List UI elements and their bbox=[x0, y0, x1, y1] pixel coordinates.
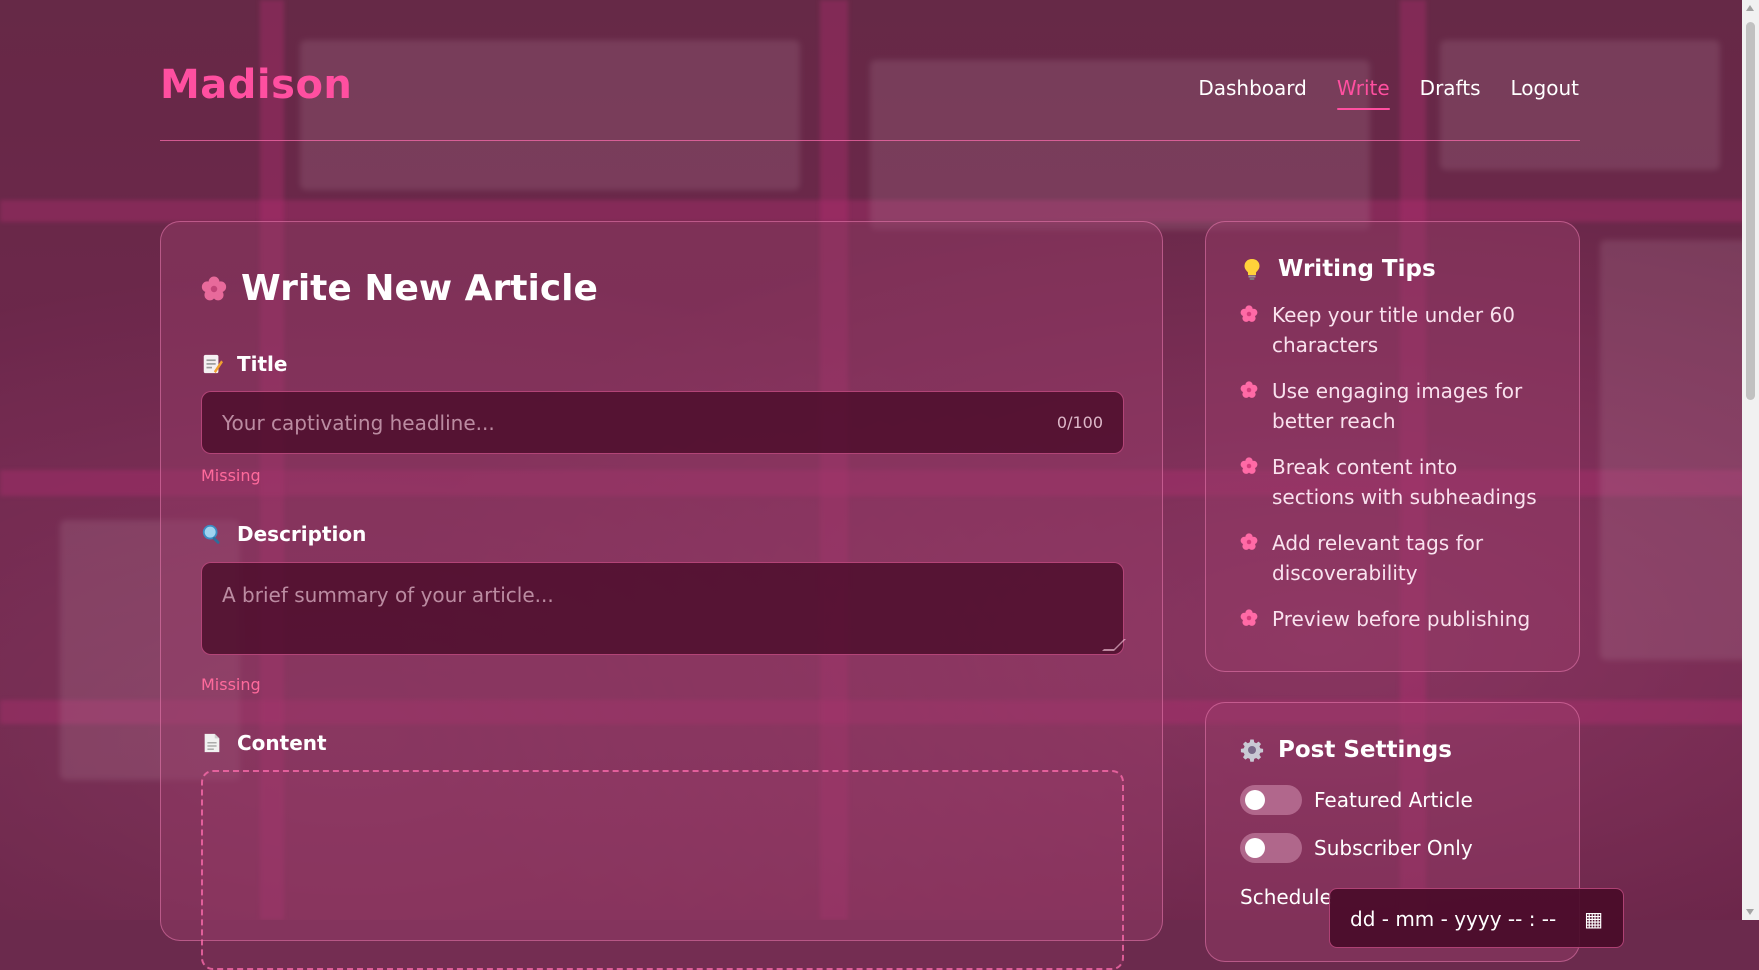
featured-label: Featured Article bbox=[1314, 788, 1473, 812]
title-label-text: Title bbox=[237, 352, 288, 376]
title-char-counter: 0/100 bbox=[1056, 413, 1103, 432]
settings-heading: Post Settings bbox=[1240, 737, 1545, 763]
editor-heading-text: Write New Article bbox=[241, 268, 598, 309]
description-textarea[interactable]: A brief summary of your article... bbox=[201, 562, 1126, 655]
editor-heading: Write New Article bbox=[201, 268, 598, 309]
list-item: Keep your title under 60 characters bbox=[1240, 300, 1545, 360]
tip-text: Add relevant tags for discoverability bbox=[1272, 531, 1484, 585]
settings-heading-text: Post Settings bbox=[1278, 737, 1452, 763]
content-label: Content bbox=[201, 731, 327, 755]
description-label-text: Description bbox=[237, 522, 367, 546]
featured-toggle-row: Featured Article bbox=[1240, 785, 1545, 815]
tip-text: Keep your title under 60 characters bbox=[1272, 303, 1515, 357]
tip-text: Break content into sections with subhead… bbox=[1272, 455, 1537, 509]
scroll-up-icon[interactable] bbox=[1746, 5, 1754, 11]
header-divider bbox=[160, 140, 1580, 141]
nav-logout[interactable]: Logout bbox=[1511, 76, 1579, 110]
flower-icon bbox=[1240, 533, 1258, 550]
writing-tips-card: Writing Tips Keep your title under 60 ch… bbox=[1205, 221, 1580, 672]
tips-list: Keep your title under 60 characters Use … bbox=[1240, 300, 1545, 634]
tip-text: Preview before publishing bbox=[1272, 607, 1531, 631]
calendar-icon[interactable]: ▦ bbox=[1584, 907, 1603, 931]
description-placeholder: A brief summary of your article... bbox=[222, 583, 554, 607]
editor-card: Write New Article Title Your captivating… bbox=[160, 221, 1163, 970]
list-item: Use engaging images for better reach bbox=[1240, 376, 1545, 436]
nav-dashboard[interactable]: Dashboard bbox=[1198, 76, 1307, 110]
list-item: Break content into sections with subhead… bbox=[1240, 452, 1545, 512]
title-placeholder: Your captivating headline... bbox=[222, 410, 495, 435]
list-item: Add relevant tags for discoverability bbox=[1240, 528, 1545, 588]
description-validation: Missing bbox=[201, 675, 261, 694]
content-editor[interactable] bbox=[201, 770, 1124, 970]
list-item: Preview before publishing bbox=[1240, 604, 1545, 634]
schedule-date-input[interactable]: dd - mm - yyyy -- : -- ▦ bbox=[1329, 888, 1624, 948]
scrollbar-thumb[interactable] bbox=[1746, 22, 1755, 400]
lightbulb-icon bbox=[1244, 259, 1260, 280]
description-label: Description bbox=[201, 522, 366, 546]
scroll-down-icon[interactable] bbox=[1746, 909, 1754, 915]
gear-icon bbox=[1240, 739, 1264, 762]
subscriber-toggle[interactable] bbox=[1240, 833, 1302, 863]
page-scrollbar[interactable] bbox=[1742, 0, 1759, 920]
resize-handle-icon[interactable] bbox=[1102, 639, 1126, 651]
magnifier-icon bbox=[202, 524, 220, 544]
flower-icon bbox=[201, 276, 227, 300]
main-nav: Dashboard Write Drafts Logout bbox=[1198, 76, 1579, 110]
tip-text: Use engaging images for better reach bbox=[1272, 379, 1523, 433]
title-input[interactable]: Your captivating headline... 0/100 bbox=[201, 391, 1124, 454]
flower-icon bbox=[1240, 381, 1258, 398]
flower-icon bbox=[1240, 305, 1258, 322]
title-validation: Missing bbox=[201, 466, 261, 485]
content-label-text: Content bbox=[237, 731, 327, 755]
nav-drafts[interactable]: Drafts bbox=[1420, 76, 1481, 110]
flower-icon bbox=[1240, 609, 1258, 626]
brand-logo[interactable]: Madison bbox=[160, 62, 352, 108]
flower-icon bbox=[1240, 457, 1258, 474]
date-placeholder: dd - mm - yyyy -- : -- bbox=[1350, 907, 1557, 931]
nav-write[interactable]: Write bbox=[1336, 76, 1390, 110]
tips-heading-text: Writing Tips bbox=[1278, 256, 1436, 282]
title-label: Title bbox=[201, 352, 287, 376]
subscriber-label: Subscriber Only bbox=[1314, 836, 1473, 860]
schedule-label: Schedule bbox=[1240, 885, 1332, 909]
subscriber-toggle-row: Subscriber Only bbox=[1240, 833, 1545, 863]
memo-icon bbox=[203, 354, 223, 374]
tips-heading: Writing Tips bbox=[1240, 256, 1545, 282]
featured-toggle[interactable] bbox=[1240, 785, 1302, 815]
page-icon bbox=[204, 733, 220, 753]
